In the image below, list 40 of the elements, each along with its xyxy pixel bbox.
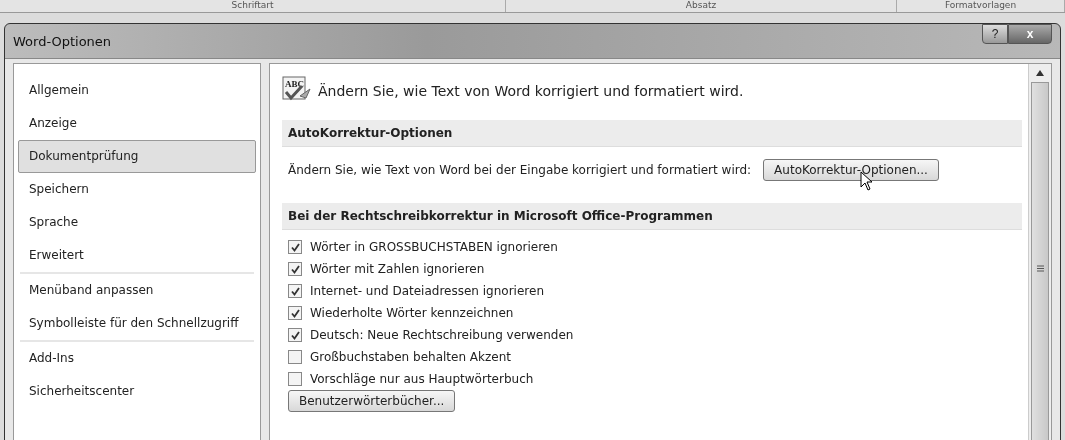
sidebar-item[interactable]: Anzeige xyxy=(18,107,256,140)
page-heading: Ändern Sie, wie Text von Word korrigiert und formatiert wird. xyxy=(318,83,744,99)
ribbon-group-label: Absatz xyxy=(685,0,717,12)
checkbox-label: Vorschläge nur aus Hauptwörterbuch xyxy=(310,372,534,386)
checkbox-label: Deutsch: Neue Rechtschreibung verwenden xyxy=(310,328,574,342)
autocorrect-options-button[interactable]: AutoKorrektur-Optionen... xyxy=(763,159,939,181)
help-button[interactable]: ? xyxy=(982,24,1008,44)
checkbox-label: Wörter in GROSSBUCHSTABEN ignorieren xyxy=(310,240,558,254)
sidebar-item[interactable]: Add-Ins xyxy=(18,342,256,375)
close-button[interactable]: x xyxy=(1008,24,1052,44)
grip-icon xyxy=(1036,264,1044,272)
checkbox[interactable] xyxy=(288,284,302,298)
custom-dictionaries-button[interactable]: Benutzerwörterbücher... xyxy=(288,390,456,412)
sidebar-item[interactable]: Speichern xyxy=(18,173,256,206)
description-text: Ändern Sie, wie Text von Word bei der Eingabe korrigiert und formatiert wird: xyxy=(288,163,752,177)
checkbox[interactable] xyxy=(288,350,302,364)
scrollbar[interactable] xyxy=(1028,64,1051,440)
sidebar-item[interactable]: Symbolleiste für den Schnellzugriff xyxy=(18,307,256,340)
checkbox-label: Großbuchstaben behalten Akzent xyxy=(310,350,511,364)
section-header: AutoKorrektur-Optionen xyxy=(282,120,1022,147)
section-header: Bei der Rechtschreibkorrektur in Microsoft Office-Programmen xyxy=(282,203,1022,230)
sidebar-item[interactable]: Sicherheitscenter xyxy=(18,375,256,408)
checkbox-label: Internet- und Dateiadressen ignorieren xyxy=(310,284,544,298)
scroll-thumb[interactable] xyxy=(1031,82,1049,440)
checkbox[interactable] xyxy=(288,306,302,320)
sidebar-item[interactable]: Sprache xyxy=(18,206,256,239)
checkbox[interactable] xyxy=(288,240,302,254)
ribbon-group-label: Formatvorlagen xyxy=(944,0,1017,12)
checkbox-label: Wiederholte Wörter kennzeichnen xyxy=(310,306,514,320)
checkbox[interactable] xyxy=(288,372,302,386)
sidebar-item[interactable]: Dokumentprüfung xyxy=(18,140,256,173)
sidebar-item[interactable]: Menüband anpassen xyxy=(18,274,256,307)
scroll-up-icon[interactable] xyxy=(1036,70,1044,76)
ribbon-group-label: Schriftart xyxy=(231,0,274,12)
window-title: Word-Optionen xyxy=(13,33,112,49)
checkbox[interactable] xyxy=(288,328,302,342)
sidebar-item[interactable]: Erweitert xyxy=(18,239,256,272)
checkbox[interactable] xyxy=(288,262,302,276)
sidebar-item[interactable]: Allgemein xyxy=(18,74,256,107)
checkbox-label: Wörter mit Zahlen ignorieren xyxy=(310,262,485,276)
